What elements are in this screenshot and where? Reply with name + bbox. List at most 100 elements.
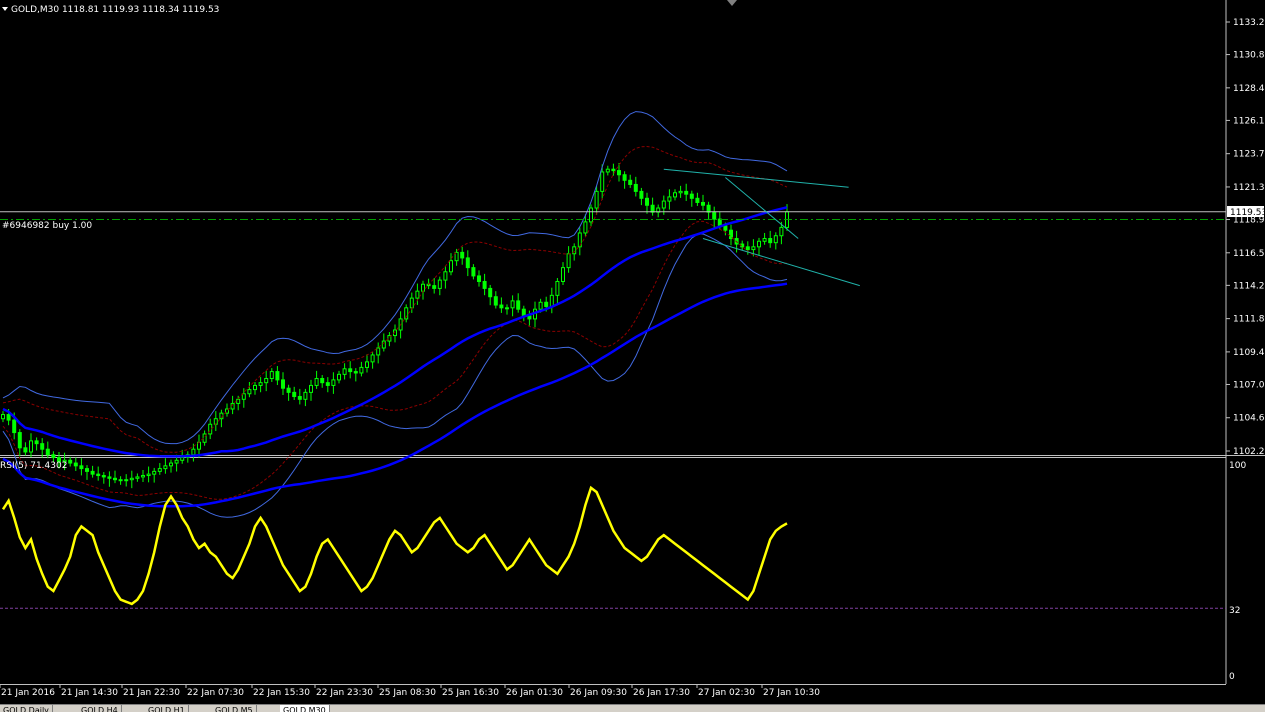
candle-body	[73, 462, 78, 467]
candle-body	[510, 300, 515, 309]
candle-body	[415, 290, 420, 299]
candle-body	[611, 168, 616, 172]
candle-body	[443, 271, 448, 281]
candle-body	[689, 193, 694, 199]
candle-body	[281, 379, 285, 389]
candle-body	[600, 171, 605, 192]
candle-body	[449, 260, 453, 273]
candle-body	[465, 257, 470, 269]
candle-body	[745, 246, 750, 251]
candle-body	[505, 307, 509, 310]
time-tick-label: 27 Jan 02:30	[698, 688, 755, 698]
trendline-upper[interactable]	[663, 168, 849, 188]
candle-body	[247, 389, 252, 395]
time-tick-label: 22 Jan 23:30	[316, 688, 373, 698]
candle-body	[605, 168, 610, 173]
candle-body	[6, 414, 11, 421]
candle-body	[118, 479, 123, 482]
candle-body	[348, 368, 353, 373]
candle-body	[488, 287, 493, 298]
moving-average-slow-line	[2, 282, 788, 508]
header-triangle-icon[interactable]	[2, 7, 8, 11]
candle-body	[477, 275, 481, 282]
candle-body	[712, 211, 717, 220]
candle-body	[129, 477, 134, 481]
candle-body	[432, 285, 437, 289]
candle-body	[157, 468, 162, 472]
candle-body	[376, 347, 381, 356]
order-label[interactable]: #6946982 buy 1.00	[2, 221, 92, 231]
candle-body	[471, 267, 476, 277]
candle-body	[90, 470, 95, 475]
candle-body	[622, 174, 627, 181]
candle-body	[309, 384, 313, 393]
candle-body	[29, 440, 33, 453]
candle-body	[325, 382, 330, 386]
candle-body	[370, 354, 375, 363]
candle-body	[684, 190, 689, 195]
rsi-level-label: 32	[1229, 606, 1240, 616]
time-tick-label: 25 Jan 08:30	[379, 688, 436, 698]
candle-body	[779, 226, 784, 237]
price-tick-label: 1104.67	[1233, 414, 1265, 424]
price-tick-label: 1130.87	[1233, 51, 1265, 61]
time-tick-label: 21 Jan 2016	[1, 688, 55, 698]
candle-body	[141, 475, 145, 478]
candle-body	[34, 440, 39, 445]
candle-body	[96, 473, 101, 477]
candle-body	[628, 179, 633, 185]
time-tick-label: 21 Jan 22:30	[123, 688, 180, 698]
price-tick-label: 1111.82	[1233, 315, 1265, 325]
candle-body	[353, 371, 358, 374]
main-chart	[0, 111, 1226, 518]
current-price-label: 1119.53	[1230, 208, 1265, 218]
candle-body	[191, 448, 196, 456]
price-tick-label: 1123.72	[1233, 150, 1265, 160]
price-tick-label: 1133.22	[1233, 18, 1265, 28]
price-tick-label: 1109.42	[1233, 348, 1265, 358]
candle-body	[135, 476, 140, 479]
candle-body	[661, 200, 666, 209]
candle-body	[286, 387, 291, 393]
candle-body	[773, 235, 778, 244]
candle-body	[409, 297, 414, 309]
candle-body	[549, 294, 554, 307]
candle-body	[146, 473, 151, 477]
candle-body	[454, 251, 459, 262]
candle-body	[241, 393, 246, 400]
candle-body	[258, 382, 263, 386]
candle-body	[101, 475, 106, 478]
main-header: GOLD,M30 1118.81 1119.93 1118.34 1119.53	[11, 5, 219, 15]
candle-body	[365, 361, 369, 368]
candle-body	[163, 465, 168, 470]
candle-body	[40, 443, 45, 450]
candle-body	[1, 414, 5, 420]
time-tick-label: 27 Jan 10:30	[763, 688, 820, 698]
candle-body	[359, 366, 364, 374]
candle-body	[751, 246, 756, 251]
trendline-lower[interactable]	[702, 238, 860, 287]
candle-body	[264, 378, 269, 384]
candle-body	[633, 183, 638, 192]
candle-body	[269, 371, 274, 380]
time-tick-label: 22 Jan 15:30	[253, 688, 310, 698]
candle-body	[208, 423, 213, 435]
candle-body	[673, 192, 677, 198]
candle-body	[617, 170, 621, 176]
candle-body	[527, 315, 532, 320]
price-axis: 1133.22 1130.87 1128.47 1126.12 1123.72 1121.…	[1226, 18, 1265, 457]
candle-body	[180, 457, 185, 461]
time-tick-label: 22 Jan 07:30	[187, 688, 244, 698]
candle-body	[723, 225, 728, 231]
candle-body	[314, 378, 319, 386]
candle-body	[253, 384, 257, 391]
candle-body	[152, 470, 157, 475]
candle-body	[678, 190, 683, 194]
price-tick-label: 1107.07	[1233, 380, 1265, 390]
candle-body	[85, 468, 89, 472]
rsi-line	[1, 485, 788, 606]
candle-body	[113, 477, 117, 481]
candle-body	[124, 479, 129, 482]
chart-shift-marker	[727, 0, 737, 6]
candle-body	[701, 201, 705, 206]
